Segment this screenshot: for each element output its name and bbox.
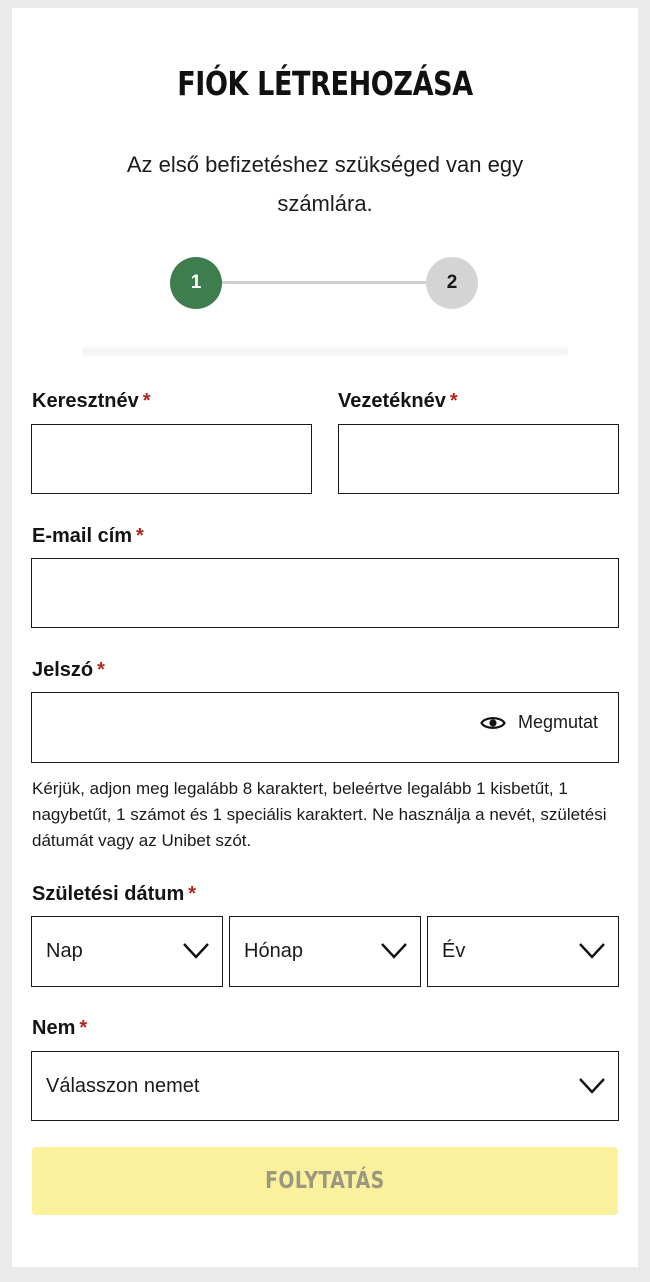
email-label-text: E-mail cím: [32, 525, 133, 547]
required-marker: *: [97, 659, 105, 681]
birth-year-value: Év: [442, 940, 466, 962]
show-password-toggle[interactable]: Megmutat: [480, 712, 598, 733]
gender-label: Nem *: [32, 1017, 87, 1040]
first-name-input[interactable]: [31, 424, 312, 494]
birth-year-select[interactable]: Év: [427, 916, 619, 987]
required-marker: *: [136, 525, 144, 547]
section-divider: [82, 344, 568, 358]
birth-day-select[interactable]: Nap: [31, 916, 223, 987]
first-name-label: Keresztnév *: [32, 390, 151, 413]
last-name-input[interactable]: [338, 424, 619, 494]
birth-day-value: Nap: [46, 940, 83, 962]
password-label: Jelszó *: [32, 659, 105, 682]
show-password-label: Megmutat: [517, 712, 598, 732]
first-name-label-text: Keresztnév: [32, 390, 139, 412]
password-label-text: Jelszó: [32, 659, 94, 681]
subtitle-line-2: számlára.: [277, 191, 373, 216]
birth-date-label-text: Születési dátum: [32, 883, 185, 905]
chevron-down-icon: [579, 943, 605, 959]
chevron-down-icon: [579, 1078, 605, 1094]
birth-month-value: Hónap: [244, 940, 303, 962]
subtitle-line-1: Az első befizetéshez szükséged van egy: [126, 152, 524, 177]
birth-date-label: Születési dátum *: [32, 883, 196, 906]
required-marker: *: [449, 390, 458, 412]
email-input[interactable]: [31, 558, 619, 628]
required-marker: *: [79, 1017, 88, 1039]
progress-stepper: 1 2: [170, 257, 480, 309]
continue-button-label: FOLYTATÁS: [265, 1168, 385, 1194]
email-label: E-mail cím *: [32, 525, 144, 548]
step-2-indicator: 2: [426, 257, 478, 309]
gender-select[interactable]: Válasszon nemet: [31, 1051, 619, 1121]
chevron-down-icon: [381, 943, 407, 959]
last-name-label-text: Vezetéknév: [338, 390, 446, 412]
eye-icon: [480, 716, 506, 729]
registration-card: FIÓK LÉTREHOZÁSA Az első befizetéshez sz…: [12, 8, 638, 1267]
required-marker: *: [142, 390, 151, 412]
stepper-line: [220, 281, 430, 284]
required-marker: *: [188, 883, 197, 905]
continue-button[interactable]: FOLYTATÁS: [32, 1147, 618, 1215]
password-hint: Kérjük, adjon meg legalább 8 karaktert, …: [32, 779, 607, 850]
last-name-label: Vezetéknév *: [338, 390, 458, 413]
page-title: FIÓK LÉTREHOZÁSA: [177, 64, 473, 103]
gender-placeholder: Válasszon nemet: [46, 1075, 200, 1097]
page-subtitle: Az első befizetéshez szükséged van egy s…: [82, 145, 568, 223]
step-1-indicator: 1: [170, 257, 222, 309]
password-field[interactable]: Megmutat: [31, 692, 619, 763]
gender-label-text: Nem: [32, 1017, 76, 1039]
birth-month-select[interactable]: Hónap: [229, 916, 421, 987]
chevron-down-icon: [183, 943, 209, 959]
